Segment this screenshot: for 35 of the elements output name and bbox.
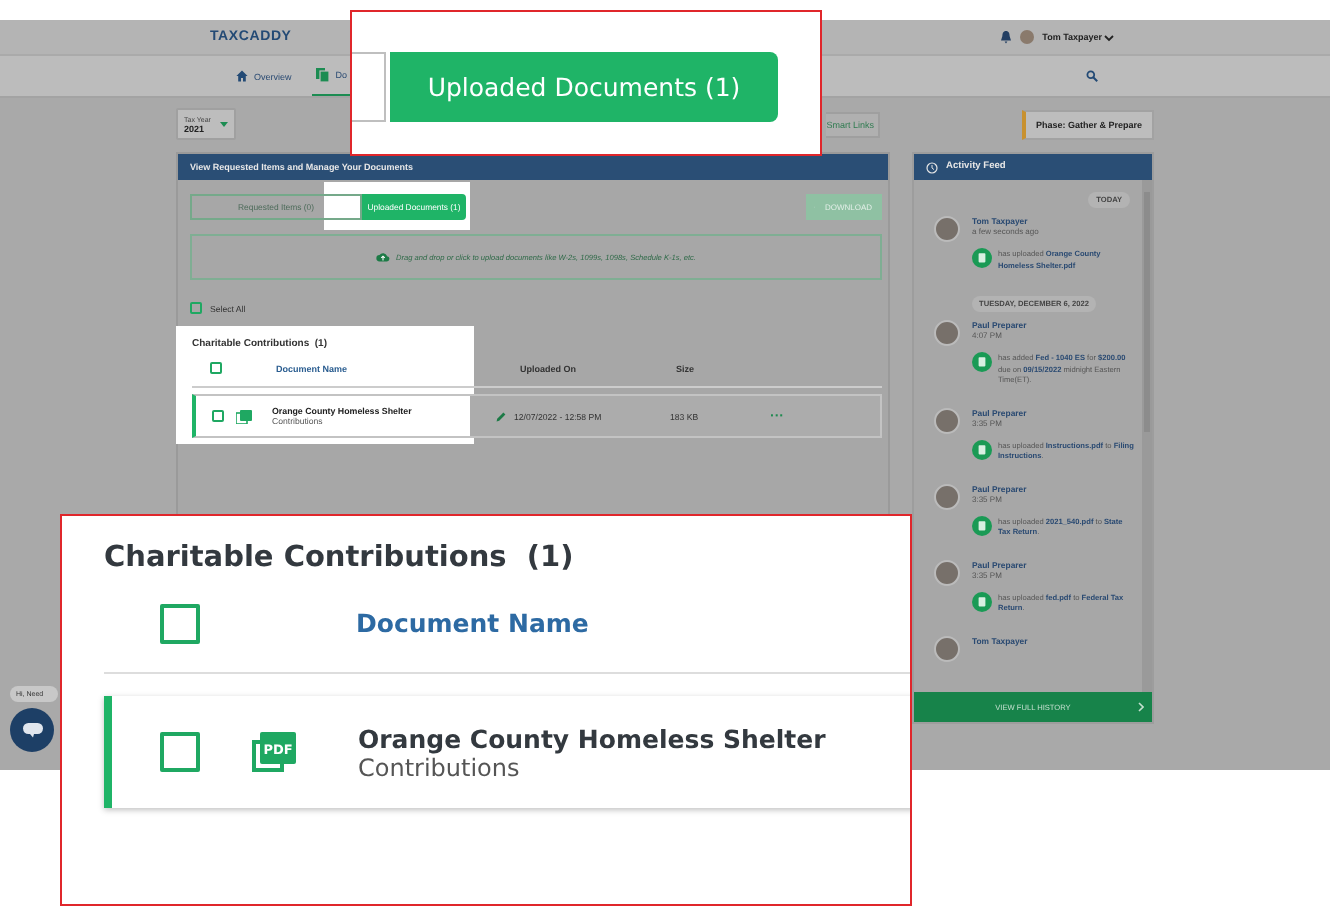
avatar-icon[interactable] (1020, 30, 1035, 44)
search-icon[interactable] (1086, 70, 1098, 82)
checkbox[interactable] (160, 732, 200, 772)
documents-icon (315, 68, 330, 82)
bell-icon[interactable] (1000, 30, 1013, 44)
document-name: Orange County Homeless Shelter (358, 723, 826, 753)
avatar-icon (934, 635, 960, 661)
avatar-icon (934, 483, 960, 509)
tab[interactable] (352, 52, 386, 122)
checkbox[interactable] (212, 410, 224, 422)
avatar-icon (934, 407, 960, 433)
avatar-icon (934, 320, 960, 346)
document-icon (972, 352, 992, 372)
clock-icon (926, 161, 938, 173)
caret-icon (1104, 33, 1114, 41)
cloud-upload-icon (376, 252, 390, 262)
tab[interactable]: Uploaded Documents (1) (390, 52, 778, 122)
avatar-icon (934, 559, 960, 585)
column-header: Document Name (356, 608, 589, 638)
chat-bubble-icon (21, 722, 43, 738)
checkbox[interactable] (190, 302, 202, 314)
document-category: Contributions (358, 753, 520, 781)
section-title: Charitable Contributions (1) (104, 542, 576, 574)
caret-icon[interactable] (220, 122, 228, 128)
document-icon (972, 248, 992, 268)
edit-icon[interactable] (496, 411, 506, 421)
checkbox[interactable] (210, 362, 222, 374)
document-icon (972, 515, 992, 535)
checkbox[interactable] (160, 603, 200, 643)
home-icon (236, 70, 248, 82)
document-icon (972, 591, 992, 611)
chevron-right-icon (1138, 702, 1144, 712)
avatar-icon (934, 216, 960, 242)
pdf-file-icon (236, 409, 252, 423)
document-icon (972, 439, 992, 459)
